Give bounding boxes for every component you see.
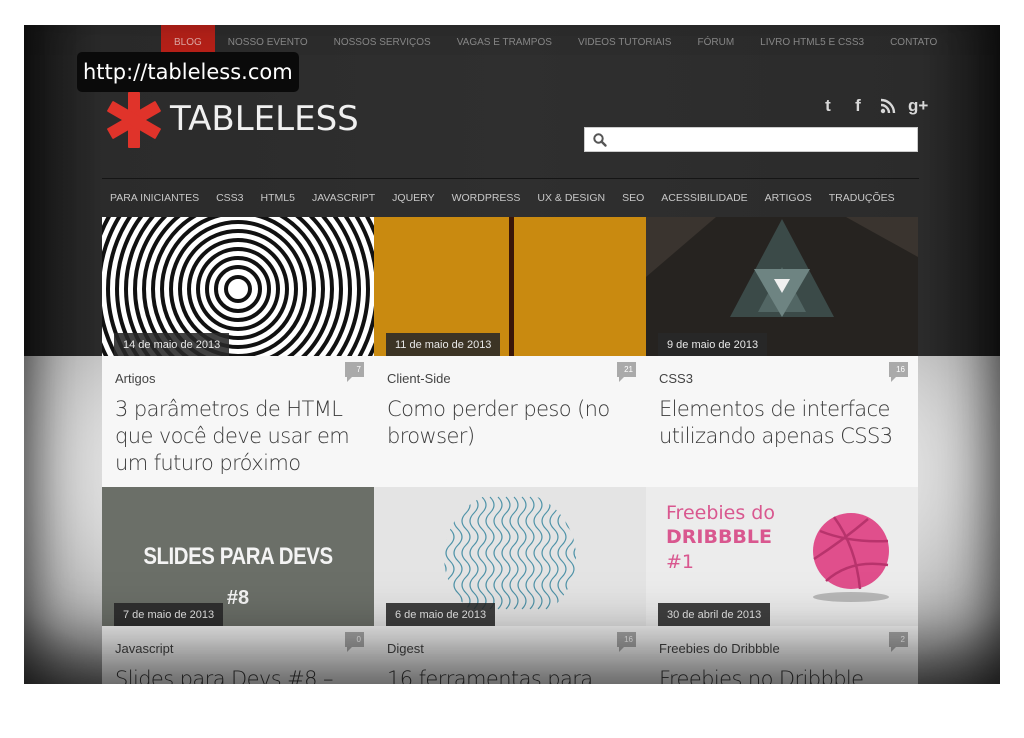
search-icon[interactable] xyxy=(592,132,608,148)
url-tooltip: http://tableless.com xyxy=(77,52,299,92)
dribbble-thumb-line2: DRIBBBLE xyxy=(666,526,773,548)
post-date: 11 de maio de 2013 xyxy=(386,333,501,356)
post-date: 7 de maio de 2013 xyxy=(114,603,224,626)
post-category[interactable]: Client-Side xyxy=(387,371,451,386)
post-card-body: Digest 16 16 ferramentas para xyxy=(374,626,646,684)
cat-item-artigos[interactable]: ARTIGOS xyxy=(757,192,821,204)
topnav-item-videos[interactable]: VIDEOS TUTORIAIS xyxy=(565,25,685,61)
post-card-body: Client-Side 21 Como perder peso (no brow… xyxy=(374,356,646,488)
topnav-item-forum[interactable]: FÓRUM xyxy=(684,25,747,61)
post-category[interactable]: Digest xyxy=(387,641,424,656)
post-category[interactable]: CSS3 xyxy=(659,371,693,386)
dribbble-ball-icon xyxy=(813,513,889,602)
logo-text: TABLELESS xyxy=(170,99,359,139)
comment-count-badge[interactable]: 7 xyxy=(345,362,364,382)
facebook-icon[interactable]: f xyxy=(848,95,868,117)
cat-item-ux-design[interactable]: UX & DESIGN xyxy=(529,192,614,204)
rss-icon[interactable] xyxy=(878,95,898,117)
comment-count-badge[interactable]: 21 xyxy=(617,362,636,382)
cat-item-javascript[interactable]: JAVASCRIPT xyxy=(304,192,384,204)
browser-screenshot: BLOG NOSSO EVENTO NOSSOS SERVIÇOS VAGAS … xyxy=(24,25,1000,684)
post-date: 30 de abril de 2013 xyxy=(658,603,771,626)
post-thumbnail-wave-circle[interactable]: 6 de maio de 2013 xyxy=(374,487,646,626)
post-card-body: Freebies do Dribbble 2 Freebies no Dribb… xyxy=(646,626,918,684)
post-date: 14 de maio de 2013 xyxy=(114,333,230,356)
post-title[interactable]: Slides para Devs #8 – xyxy=(115,666,365,684)
cat-item-seo[interactable]: SEO xyxy=(614,192,653,204)
post-thumbnail-triangles[interactable]: 9 de maio de 2013 xyxy=(646,217,918,356)
comment-count-badge[interactable]: 2 xyxy=(889,632,908,652)
category-navigation: PARA INICIANTES CSS3 HTML5 JAVASCRIPT JQ… xyxy=(102,178,919,216)
topnav-item-contato[interactable]: CONTATO xyxy=(877,25,950,61)
post-title[interactable]: Como perder peso (no browser) xyxy=(387,396,637,450)
comment-count-badge[interactable]: 0 xyxy=(345,632,364,652)
dribbble-thumb-line1: Freebies do xyxy=(666,502,775,524)
social-links: t f g+ xyxy=(818,95,928,117)
post-thumbnail-concentric-circles[interactable]: 14 de maio de 2013 xyxy=(102,217,374,356)
cat-item-wordpress[interactable]: WORDPRESS xyxy=(444,192,530,204)
post-thumbnail-dribbble[interactable]: Freebies do DRIBBBLE #1 30 de abril de 2… xyxy=(646,487,918,626)
cat-item-jquery[interactable]: JQUERY xyxy=(384,192,443,204)
post-title[interactable]: 3 parâmetros de HTML que você deve usar … xyxy=(115,396,365,477)
post-title[interactable]: Elementos de interface utilizando apenas… xyxy=(659,396,909,450)
cat-item-html5[interactable]: HTML5 xyxy=(253,192,304,204)
comment-count-badge[interactable]: 16 xyxy=(889,362,908,382)
search-box xyxy=(584,127,918,152)
topnav-item-livro[interactable]: LIVRO HTML5 E CSS3 xyxy=(747,25,877,61)
topnav-item-vagas[interactable]: VAGAS E TRAMPOS xyxy=(444,25,565,61)
post-date: 9 de maio de 2013 xyxy=(658,333,768,356)
asterisk-logo-icon xyxy=(107,92,161,148)
post-category[interactable]: Javascript xyxy=(115,641,174,656)
post-category[interactable]: Freebies do Dribbble xyxy=(659,641,780,656)
post-card-body: CSS3 16 Elementos de interface utilizand… xyxy=(646,356,918,488)
post-thumbnail-mustard[interactable]: 11 de maio de 2013 xyxy=(374,217,646,356)
cat-item-css3[interactable]: CSS3 xyxy=(208,192,252,204)
post-card-body: Artigos 7 3 parâmetros de HTML que você … xyxy=(102,356,374,488)
cat-item-para-iniciantes[interactable]: PARA INICIANTES xyxy=(102,192,208,204)
post-title[interactable]: Freebies no Dribbble xyxy=(659,666,909,684)
post-thumbnail-slides[interactable]: SLIDES PARA DEVS #8 7 de maio de 2013 xyxy=(102,487,374,626)
slides-thumb-title: SLIDES PARA DEVS xyxy=(143,543,333,570)
post-category[interactable]: Artigos xyxy=(115,371,155,386)
twitter-icon[interactable]: t xyxy=(818,95,838,117)
cat-item-traducoes[interactable]: TRADUÇÕES xyxy=(821,192,904,204)
site-logo[interactable]: TABLELESS xyxy=(104,89,359,149)
post-title[interactable]: 16 ferramentas para xyxy=(387,666,637,684)
cat-item-acessibilidade[interactable]: ACESSIBILIDADE xyxy=(653,192,756,204)
dribbble-thumb-line3: #1 xyxy=(666,551,695,573)
post-card-body: Javascript 0 Slides para Devs #8 – xyxy=(102,626,374,684)
comment-count-badge[interactable]: 16 xyxy=(617,632,636,652)
search-input[interactable] xyxy=(611,130,911,150)
topnav-item-nossos-servicos[interactable]: NOSSOS SERVIÇOS xyxy=(321,25,444,61)
google-plus-icon[interactable]: g+ xyxy=(908,95,928,117)
post-date: 6 de maio de 2013 xyxy=(386,603,496,626)
